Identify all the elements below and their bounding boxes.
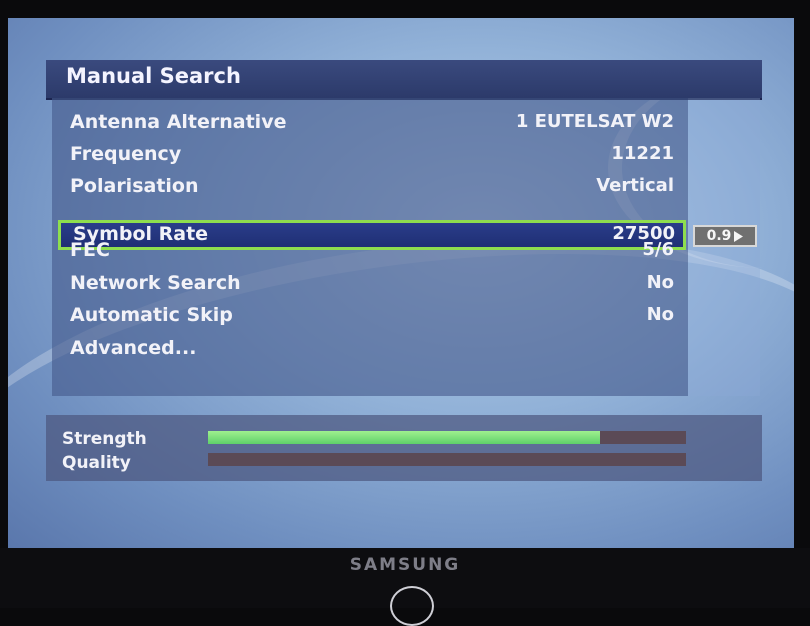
row-value: Vertical — [596, 175, 674, 196]
row-label: FEC — [70, 239, 110, 261]
row-label: Automatic Skip — [70, 304, 233, 326]
row-label: Network Search — [70, 272, 241, 294]
row-network-search[interactable]: Network Search No — [52, 269, 688, 301]
strength-label: Strength — [62, 429, 147, 449]
title-bar: Manual Search — [46, 60, 762, 100]
signal-panel: Strength Quality — [46, 415, 762, 481]
row-value: 1 EUTELSAT W2 — [515, 111, 674, 132]
row-label: Polarisation — [70, 175, 199, 197]
quality-bar — [208, 453, 686, 466]
settings-list: Antenna Alternative 1 EUTELSAT W2 Freque… — [52, 98, 688, 396]
tv-screen: Manual Search Antenna Alternative 1 EUTE… — [8, 18, 794, 548]
row-label: Frequency — [70, 143, 182, 165]
step-indicator[interactable]: 0.9 — [693, 225, 757, 247]
quality-label: Quality — [62, 453, 131, 473]
row-label: Antenna Alternative — [70, 111, 287, 133]
menu-title: Manual Search — [66, 64, 241, 88]
row-antenna-alternative[interactable]: Antenna Alternative 1 EUTELSAT W2 — [52, 108, 688, 140]
strength-bar — [208, 431, 686, 444]
monitor-bezel: SAMSUNG — [0, 548, 810, 626]
row-value: 11221 — [611, 143, 674, 164]
strength-bar-fill — [208, 431, 600, 444]
play-arrow-icon — [734, 230, 744, 242]
manual-search-menu: Manual Search Antenna Alternative 1 EUTE… — [46, 60, 762, 481]
row-label: Advanced... — [70, 337, 197, 359]
brand-logo: SAMSUNG — [349, 555, 461, 575]
row-automatic-skip[interactable]: Automatic Skip No — [52, 301, 688, 333]
row-polarisation[interactable]: Polarisation Vertical — [52, 172, 688, 204]
row-fec[interactable]: FEC 5/6 — [52, 236, 688, 268]
power-button-icon[interactable] — [390, 586, 434, 626]
step-value: 0.9 — [706, 228, 732, 244]
row-value: No — [646, 272, 674, 293]
row-value: No — [646, 304, 674, 325]
row-advanced[interactable]: Advanced... — [52, 334, 688, 366]
side-panel — [688, 98, 760, 396]
row-frequency[interactable]: Frequency 11221 — [52, 140, 688, 172]
row-value: 5/6 — [642, 239, 674, 260]
